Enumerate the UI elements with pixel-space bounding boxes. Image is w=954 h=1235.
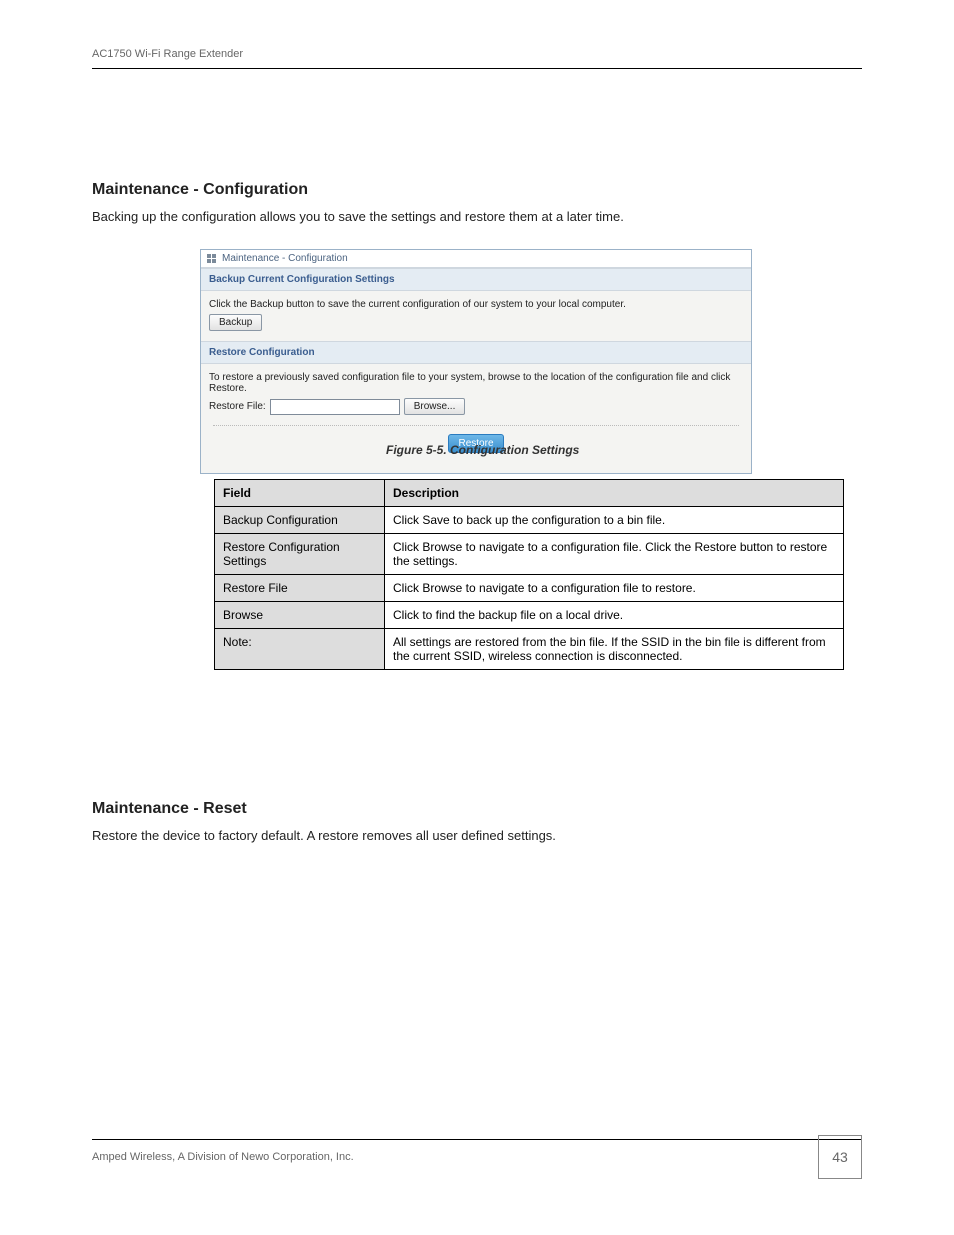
cell-field: Restore File [215,575,385,602]
section-heading-configuration: Maintenance - Configuration [92,181,308,199]
table-row: Restore File Click Browse to navigate to… [215,575,844,602]
breadcrumb: Maintenance - Configuration [201,250,751,268]
table-header-description: Description [385,480,844,507]
footer-company: Amped Wireless, A Division of Newo Corpo… [92,1151,354,1163]
field-description-table: Field Description Backup Configuration C… [214,479,844,670]
cell-desc: Click Browse to navigate to a configurat… [385,575,844,602]
cell-desc: All settings are restored from the bin f… [385,629,844,670]
backup-section-header: Backup Current Configuration Settings [201,268,751,291]
restore-file-input[interactable] [270,399,400,415]
reset-body-text: Restore the device to factory default. A… [92,827,862,845]
cell-desc: Click to find the backup file on a local… [385,602,844,629]
breadcrumb-text: Maintenance - Configuration [222,253,348,264]
section-intro-text: Backing up the configuration allows you … [92,208,862,226]
browse-button[interactable]: Browse... [404,398,466,415]
table-row: Browse Click to find the backup file on … [215,602,844,629]
header-product: AC1750 Wi-Fi Range Extender [92,48,243,60]
cell-field: Backup Configuration [215,507,385,534]
cell-field: Restore Configuration Settings [215,534,385,575]
page-number: 43 [818,1135,862,1179]
cell-desc: Click Browse to navigate to a configurat… [385,534,844,575]
footer-rule [92,1139,862,1140]
table-header-field: Field [215,480,385,507]
cell-desc: Click Save to back up the configuration … [385,507,844,534]
restore-description: To restore a previously saved configurat… [209,372,743,394]
restore-section-header: Restore Configuration [201,341,751,364]
cell-field-note: Note: [215,629,385,670]
divider-dotted [213,425,739,426]
backup-section-body: Click the Backup button to save the curr… [201,291,751,341]
table-row: Backup Configuration Click Save to back … [215,507,844,534]
table-row: Restore Configuration Settings Click Bro… [215,534,844,575]
backup-button[interactable]: Backup [209,314,262,331]
header-rule [92,68,862,69]
cell-field: Browse [215,602,385,629]
section-heading-reset: Maintenance - Reset [92,800,247,818]
config-screenshot-panel: Maintenance - Configuration Backup Curre… [200,249,752,474]
restore-file-label: Restore File: [209,401,266,412]
grid-icon [207,254,216,263]
figure-caption: Figure 5-5. Configuration Settings [386,443,579,457]
table-row: Note: All settings are restored from the… [215,629,844,670]
backup-description: Click the Backup button to save the curr… [209,299,743,310]
